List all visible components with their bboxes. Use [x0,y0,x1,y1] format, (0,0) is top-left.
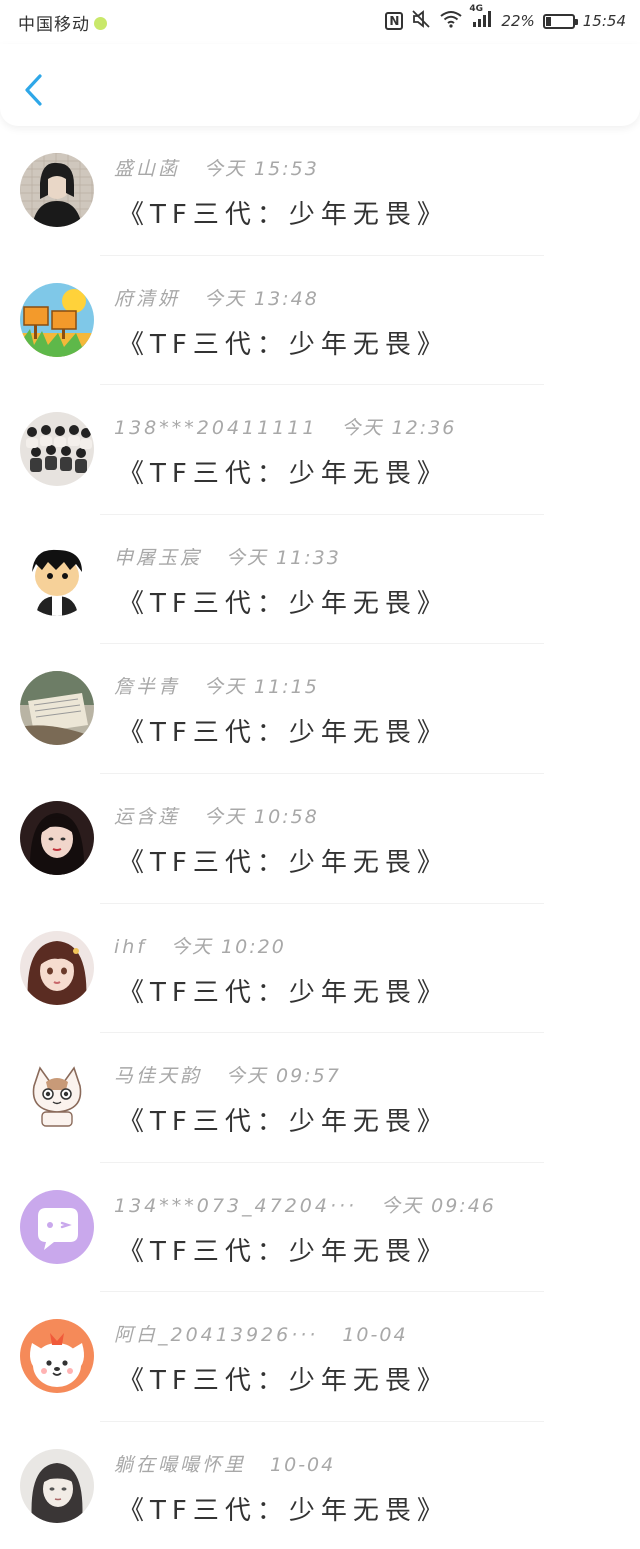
timestamp: 今天 12:36 [341,417,457,440]
battery-percent: 22% [501,12,535,30]
user-name[interactable]: 马佳天韵 [114,1065,202,1087]
message-text: 《TF三代：少年无畏》 [118,200,449,230]
user-name[interactable]: 府清妍 [114,288,180,310]
user-name[interactable]: 盛山菡 [114,158,180,180]
timestamp: 今天 10:58 [204,805,319,828]
list-item[interactable]: 138***20411111 今天 12:36 《TF三代：少年无畏》 [0,385,640,515]
message-text: 《TF三代：少年无畏》 [118,718,449,749]
avatar-girl-dark [20,800,94,875]
message-text: 《TF三代：少年无畏》 [118,1366,449,1397]
message-text: 《TF三代：少年无畏》 [118,1107,449,1138]
message-text: 《TF三代：少年无畏》 [118,1495,449,1526]
item-meta: 躺在嘬嘬怀里 10-04 [114,1450,335,1477]
avatar[interactable] [20,800,94,875]
carrier-badge-icon [94,16,107,30]
avatar[interactable] [20,1448,94,1523]
item-meta: 运含莲 今天 10:58 [114,802,319,829]
status-icons: N 4G 22% 15:54 [385,4,626,33]
avatar-dark-hair-person [20,153,94,227]
message-text: 《TF三代：少年无畏》 [118,329,449,360]
timestamp: 10-04 [270,1453,336,1476]
list-item[interactable]: 躺在嘬嘬怀里 10-04 《TF三代：少年无畏》 [0,1422,640,1549]
item-meta: 138***20411111 今天 12:36 [114,413,456,440]
carrier-name: 中国移动 [18,15,90,35]
avatar-sketch-girl [20,1448,94,1523]
timestamp: 今天 11:33 [226,546,341,569]
timestamp: 今天 11:15 [204,676,319,699]
clock: 15:54 [582,12,626,30]
top-nav-bar [0,44,640,126]
item-meta: 府清妍 今天 13:48 [114,284,319,311]
timestamp: 今天 13:48 [204,287,319,310]
list-item[interactable]: 134***073_47204··· 今天 09:46 《TF三代：少年无畏》 [0,1163,640,1293]
avatar[interactable] [20,153,94,227]
avatar-cartoon-boy [20,541,94,616]
user-name[interactable]: 躺在嘬嘬怀里 [114,1454,246,1476]
chevron-left-icon [25,74,42,106]
message-text: 《TF三代：少年无畏》 [118,977,449,1008]
user-name[interactable]: 詹半青 [114,676,180,698]
list-item[interactable]: 府清妍 今天 13:48 《TF三代：少年无畏》 [0,256,640,386]
timestamp: 10-04 [342,1324,408,1347]
user-name[interactable]: 138***20411111 [114,417,317,439]
avatar-illustrated-girl [20,930,94,1005]
avatar[interactable] [20,282,94,357]
user-name[interactable]: 阿白_20413926··· [114,1324,318,1346]
back-button[interactable] [18,70,50,110]
battery-icon [542,13,578,29]
cellular-signal-icon: 4G [469,4,493,32]
message-text: 《TF三代：少年无畏》 [118,588,449,619]
status-bar: 中国移动 N 4G 22% 15:54 [0,0,640,44]
network-type: 4G [469,4,484,14]
item-meta: 阿白_20413926··· 10-04 [114,1320,408,1347]
message-text: 《TF三代：少年无畏》 [118,1236,449,1267]
timestamp: 今天 09:46 [381,1194,496,1217]
item-meta: 詹半青 今天 11:15 [114,672,319,699]
wifi-icon [439,10,463,32]
avatar[interactable] [20,930,94,1005]
user-name[interactable]: ihf [114,936,147,958]
list-item[interactable]: 申屠玉宸 今天 11:33 《TF三代：少年无畏》 [0,515,640,645]
list-item[interactable]: 运含莲 今天 10:58 《TF三代：少年无畏》 [0,774,640,904]
avatar[interactable] [20,1189,94,1264]
avatar-cartoon-cat [20,1060,94,1135]
list-item[interactable]: 詹半青 今天 11:15 《TF三代：少年无畏》 [0,644,640,774]
notification-list: 盛山菡 今天 15:53 《TF三代：少年无畏》 府清妍 今天 13:48 《TF三代：少… [0,126,640,1549]
item-meta: 134***073_47204··· 今天 09:46 [114,1191,496,1218]
timestamp: 今天 15:53 [204,158,319,180]
item-meta: ihf 今天 10:20 [114,932,286,959]
list-item[interactable]: 盛山菡 今天 15:53 《TF三代：少年无畏》 [0,126,640,256]
nfc-icon: N [385,12,404,30]
avatar-cartoon-dog [20,1319,94,1394]
avatar[interactable] [20,1060,94,1135]
timestamp: 今天 10:20 [171,935,286,958]
battery-fill [545,16,552,26]
user-name[interactable]: 134***073_47204··· [114,1195,357,1217]
carrier-label: 中国移动 [18,10,107,35]
mute-icon [411,9,431,33]
message-text: 《TF三代：少年无畏》 [118,459,449,490]
avatar-group-photo [20,412,94,487]
list-item[interactable]: 马佳天韵 今天 09:57 《TF三代：少年无畏》 [0,1033,640,1163]
avatar-farm-sign [20,282,94,357]
item-meta: 马佳天韵 今天 09:57 [114,1061,341,1088]
avatar-book [20,671,94,746]
avatar[interactable] [20,541,94,616]
message-text: 《TF三代：少年无畏》 [118,847,449,878]
timestamp: 今天 09:57 [226,1065,341,1088]
list-item[interactable]: 阿白_20413926··· 10-04 《TF三代：少年无畏》 [0,1292,640,1422]
item-meta: 申屠玉宸 今天 11:33 [114,543,341,570]
user-name[interactable]: 运含莲 [114,806,180,828]
avatar[interactable] [20,412,94,487]
list-item[interactable]: ihf 今天 10:20 《TF三代：少年无畏》 [0,904,640,1034]
avatar-default-chat [20,1189,94,1264]
item-meta: 盛山菡 今天 15:53 [114,154,319,181]
avatar[interactable] [20,1319,94,1394]
avatar[interactable] [20,671,94,746]
user-name[interactable]: 申屠玉宸 [114,547,202,569]
